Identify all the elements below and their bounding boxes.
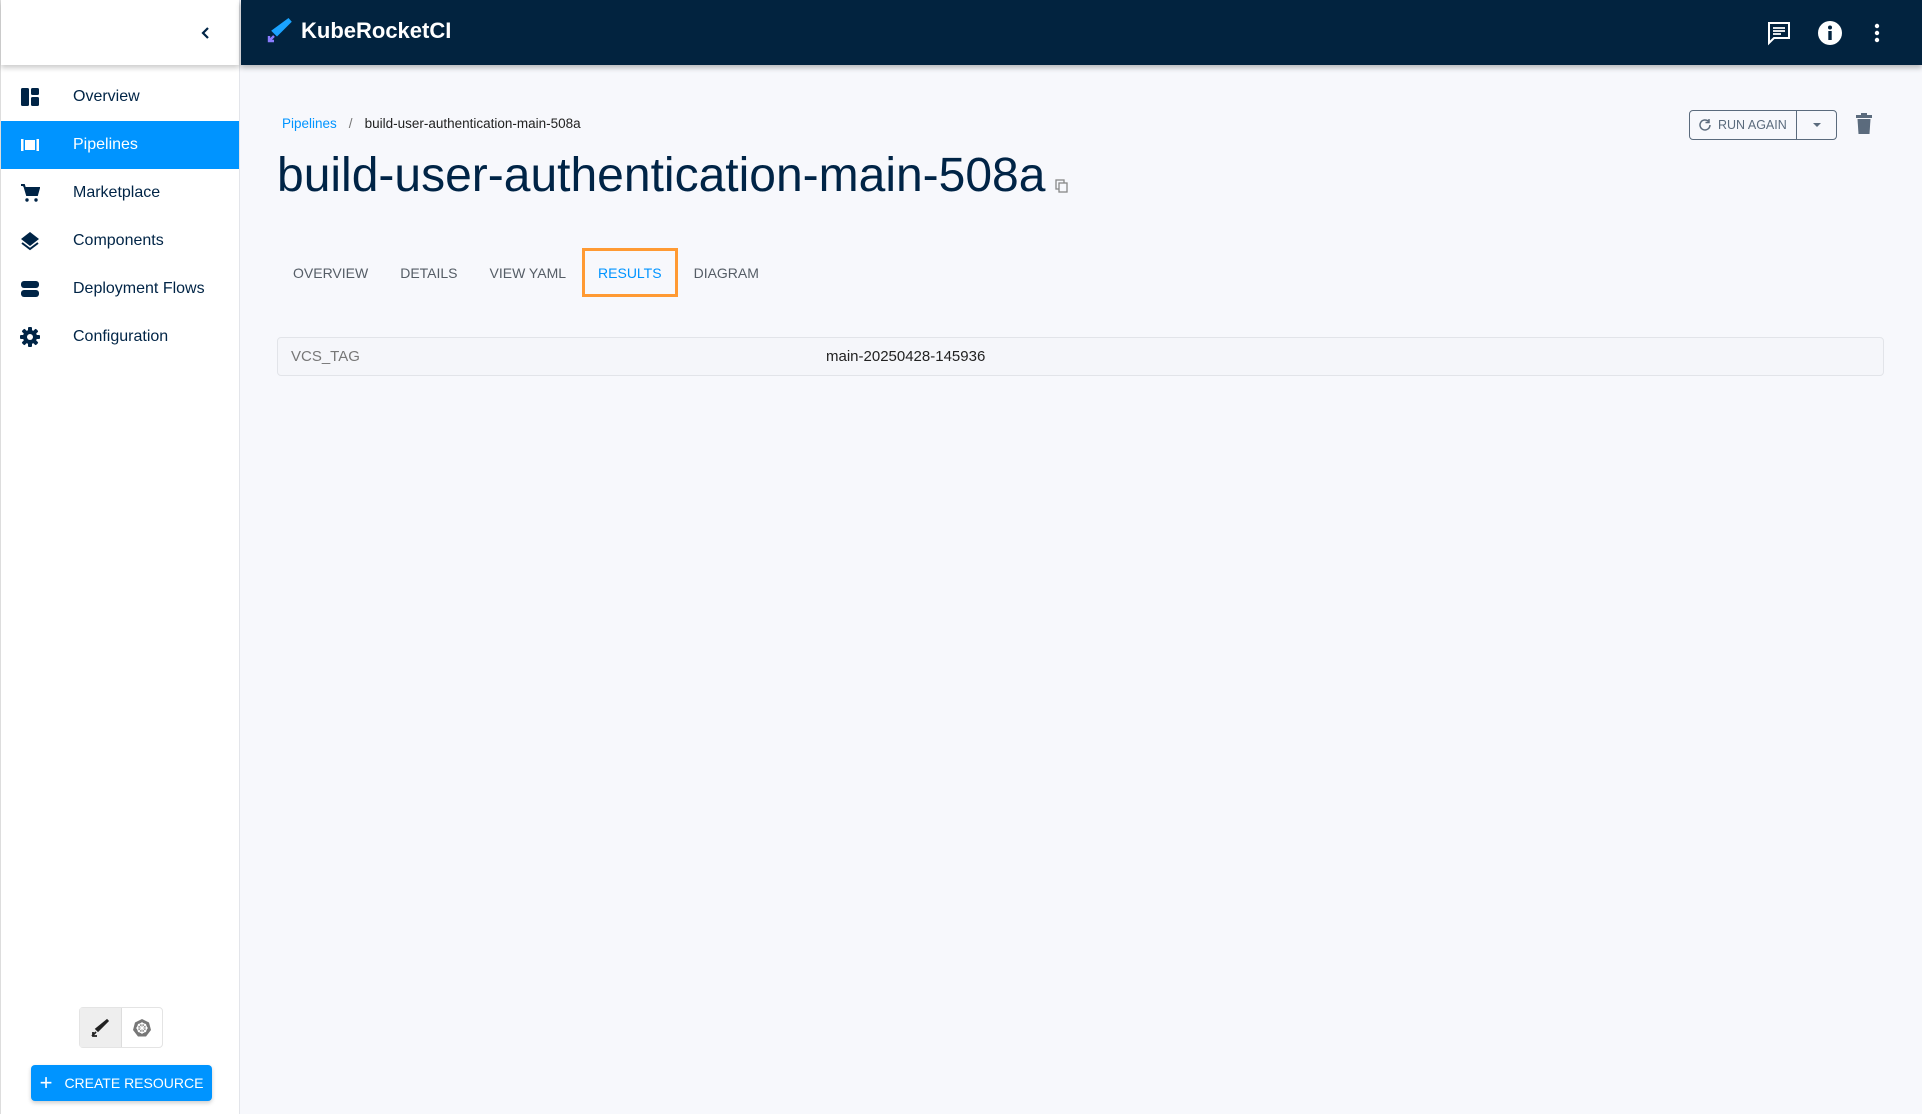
sidebar-item-components[interactable]: Components [1, 217, 239, 265]
gear-icon [18, 325, 42, 349]
run-again-split-button: RUN AGAIN [1689, 110, 1837, 140]
tab-view-yaml[interactable]: VIEW YAML [474, 248, 583, 297]
plus-icon: + [39, 1070, 53, 1095]
page-title: build-user-authentication-main-508a [277, 149, 1046, 202]
sidebar-item-marketplace[interactable]: Marketplace [1, 169, 239, 217]
result-value: main-20250428-145936 [826, 348, 986, 365]
result-row: VCS_TAG main-20250428-145936 [277, 337, 1884, 376]
refresh-icon [1699, 119, 1711, 131]
breadcrumb-pipelines-link[interactable]: Pipelines [282, 116, 337, 131]
sidebar-item-label: Pipelines [73, 136, 138, 153]
delete-button[interactable] [1855, 113, 1873, 140]
sidebar-item-deployment-flows[interactable]: Deployment Flows [1, 265, 239, 313]
sidebar-item-label: Deployment Flows [73, 280, 205, 297]
tabs: OVERVIEW DETAILS VIEW YAML RESULTS DIAGR… [277, 248, 775, 297]
sidebar-item-label: Overview [73, 88, 140, 105]
breadcrumb-separator: / [348, 116, 353, 131]
brand-logo[interactable]: KubeRocketCI [265, 17, 451, 45]
tab-overview[interactable]: OVERVIEW [277, 248, 384, 297]
app-title: KubeRocketCI [301, 18, 452, 43]
kubernetes-icon [132, 1018, 151, 1036]
create-resource-button[interactable]: + CREATE RESOURCE [31, 1065, 212, 1101]
cart-icon [18, 181, 42, 205]
mode-toggle [79, 1007, 163, 1048]
info-icon [1818, 21, 1842, 45]
chevron-left-icon [201, 27, 209, 39]
chat-icon [1768, 22, 1790, 46]
run-again-label: RUN AGAIN [1718, 118, 1787, 132]
layers-icon [18, 229, 42, 253]
result-key: VCS_TAG [291, 348, 360, 365]
sidebar-header [1, 0, 239, 65]
more-menu-button[interactable] [1864, 20, 1890, 46]
kubernetes-mode-button[interactable] [122, 1008, 163, 1047]
top-header: KubeRocketCI [241, 0, 1922, 65]
copy-icon[interactable] [1055, 179, 1069, 193]
rocket-mode-button[interactable] [80, 1008, 122, 1047]
rocket-logo-icon [267, 17, 292, 43]
run-again-button[interactable]: RUN AGAIN [1690, 111, 1796, 139]
sidebar: Overview Pipelines Marketplace Component… [0, 0, 240, 1114]
trash-icon [1856, 113, 1872, 134]
run-again-dropdown-button[interactable] [1796, 111, 1836, 139]
sidebar-item-overview[interactable]: Overview [1, 73, 239, 121]
feedback-button[interactable] [1766, 20, 1792, 46]
sidebar-item-configuration[interactable]: Configuration [1, 313, 239, 361]
sidebar-item-label: Configuration [73, 328, 169, 345]
tab-results[interactable]: RESULTS [582, 248, 678, 297]
more-vertical-icon [1874, 23, 1880, 43]
sidebar-nav: Overview Pipelines Marketplace Component… [1, 73, 239, 361]
pipelines-icon [18, 133, 42, 157]
breadcrumb-current: build-user-authentication-main-508a [364, 116, 581, 131]
page-title-wrap: build-user-authentication-main-508a [277, 149, 1069, 203]
tab-details[interactable]: DETAILS [384, 248, 473, 297]
info-button[interactable] [1817, 20, 1843, 46]
sidebar-item-label: Marketplace [73, 184, 161, 201]
caret-down-icon [1812, 123, 1821, 127]
sidebar-item-label: Components [73, 232, 164, 249]
collapse-sidebar-button[interactable] [193, 20, 219, 46]
sidebar-item-pipelines[interactable]: Pipelines [1, 121, 239, 169]
rocket-icon [91, 1018, 110, 1037]
tab-diagram[interactable]: DIAGRAM [678, 248, 775, 297]
breadcrumb: Pipelines / build-user-authentication-ma… [282, 116, 581, 131]
dashboard-icon [18, 85, 42, 109]
create-resource-label: CREATE RESOURCE [64, 1075, 204, 1091]
storage-icon [18, 277, 42, 301]
